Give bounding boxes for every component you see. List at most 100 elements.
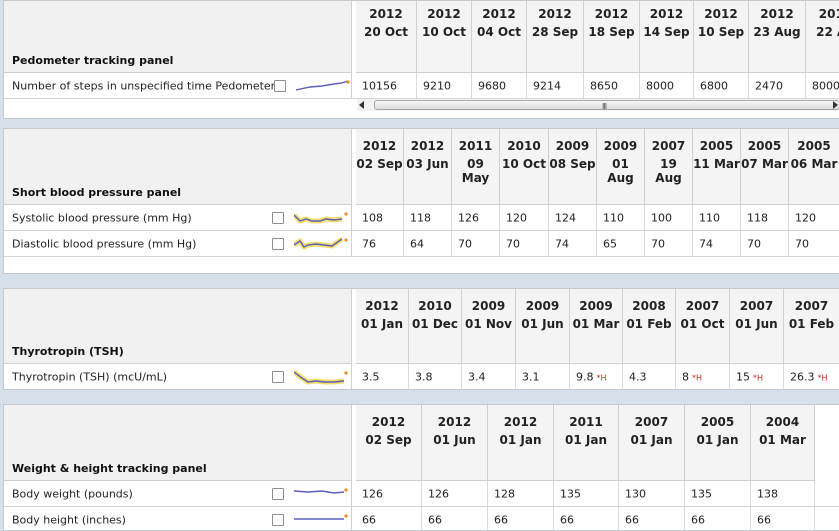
- date-column-header[interactable]: 2009 01 Jun: [516, 289, 570, 364]
- value-cell[interactable]: 70: [452, 231, 500, 256]
- date-column-header[interactable]: 2012 22 Au: [806, 1, 839, 73]
- date-column-header[interactable]: 2004 01 Mar: [751, 405, 815, 481]
- value-cell[interactable]: 3.5: [356, 364, 409, 389]
- value-cell[interactable]: 135: [554, 481, 619, 506]
- value-cell[interactable]: 100: [645, 205, 693, 230]
- date-column-header[interactable]: 2012 10 Oct: [417, 1, 472, 73]
- value-cell[interactable]: 70: [500, 231, 549, 256]
- date-column-header[interactable]: 2008 01 Feb: [623, 289, 676, 364]
- date-column-header[interactable]: 2005 06 Mar: [789, 129, 839, 205]
- value-cell[interactable]: 3.8: [409, 364, 462, 389]
- value-cell[interactable]: 6800: [694, 73, 749, 98]
- date-column-header[interactable]: 2005 01 Jan: [685, 405, 751, 481]
- row-select-checkbox[interactable]: [272, 237, 284, 250]
- value-cell[interactable]: 66: [422, 507, 488, 530]
- value-cell[interactable]: 66: [356, 507, 422, 530]
- value-cell[interactable]: 138: [751, 481, 815, 506]
- value-cell[interactable]: 10156: [356, 73, 417, 98]
- scrollbar-thumb[interactable]: III: [374, 100, 839, 111]
- value-cell[interactable]: 118: [741, 205, 789, 230]
- value-cell[interactable]: 66: [488, 507, 554, 530]
- value-cell[interactable]: 126: [422, 481, 488, 506]
- value-cell[interactable]: 8 *H: [676, 364, 730, 389]
- row-select-checkbox[interactable]: [272, 371, 284, 383]
- date-column-header[interactable]: 2009 08 Sep: [549, 129, 597, 205]
- date-column-header[interactable]: 2007 19 Aug: [645, 129, 693, 205]
- value-cell[interactable]: 135: [685, 481, 751, 506]
- date-column-header[interactable]: 2009 01 Nov: [462, 289, 516, 364]
- value-cell[interactable]: 8000: [806, 73, 839, 98]
- value-cell[interactable]: 8000: [640, 73, 694, 98]
- value-cell[interactable]: 70: [645, 231, 693, 256]
- date-column-header[interactable]: 2007 01 Oct: [676, 289, 730, 364]
- value-cell[interactable]: 9680: [472, 73, 527, 98]
- value-cell[interactable]: 9.8 *H: [570, 364, 623, 389]
- value-cell[interactable]: 64: [404, 231, 452, 256]
- date-column-header[interactable]: 2009 01 Mar: [570, 289, 623, 364]
- row-select-checkbox[interactable]: [274, 79, 286, 92]
- value-cell[interactable]: 70: [741, 231, 789, 256]
- date-column-header[interactable]: 2012 20 Oct: [356, 1, 417, 73]
- value-cell[interactable]: 9214: [527, 73, 584, 98]
- date-column-header[interactable]: 2012 03 Jun: [404, 129, 452, 205]
- triangle-right-icon[interactable]: [833, 101, 838, 109]
- date-column-header[interactable]: 2012 14 Sep: [640, 1, 694, 73]
- panel-header: Thyrotropin (TSH): [4, 289, 352, 364]
- value-cell[interactable]: 66: [685, 507, 751, 530]
- value-cell[interactable]: 3.4: [462, 364, 516, 389]
- value-cell[interactable]: 15 *H: [730, 364, 784, 389]
- date-column-header[interactable]: 2012 01 Jan: [488, 405, 554, 481]
- date-column-header[interactable]: 2012 23 Aug: [749, 1, 806, 73]
- date-column-header[interactable]: 2005 07 Mar: [741, 129, 789, 205]
- date-column-header[interactable]: 2011 01 Jan: [554, 405, 619, 481]
- value-cell[interactable]: 76: [356, 231, 404, 256]
- date-column-header[interactable]: 2012 18 Sep: [584, 1, 640, 73]
- date-column-header[interactable]: 2007 01 Jan: [619, 405, 685, 481]
- value-cell[interactable]: 130: [619, 481, 685, 506]
- row-select-checkbox[interactable]: [272, 513, 284, 526]
- value-cell[interactable]: 66: [751, 507, 815, 530]
- date-column-header[interactable]: 2012 02 Sep: [356, 405, 422, 481]
- value-cell[interactable]: 66: [619, 507, 685, 530]
- date-column-header[interactable]: 2010 10 Oct: [500, 129, 549, 205]
- date-column-header[interactable]: 2012 01 Jan: [356, 289, 409, 364]
- date-column-header[interactable]: 2005 11 Mar: [693, 129, 741, 205]
- date-column-header[interactable]: 2012 01 Jun: [422, 405, 488, 481]
- value-cell[interactable]: 128: [488, 481, 554, 506]
- row-select-checkbox[interactable]: [272, 211, 284, 224]
- date-column-header[interactable]: 2012 28 Sep: [527, 1, 584, 73]
- value-cell[interactable]: 74: [549, 231, 597, 256]
- value-cell[interactable]: 3.1: [516, 364, 570, 389]
- date-column-header[interactable]: 2010 01 Dec: [409, 289, 462, 364]
- value-cell[interactable]: 126: [356, 481, 422, 506]
- value-cell[interactable]: 2470: [749, 73, 806, 98]
- value-cell[interactable]: 66: [554, 507, 619, 530]
- value-cell[interactable]: 108: [356, 205, 404, 230]
- triangle-left-icon[interactable]: [359, 101, 364, 109]
- value-cell[interactable]: 110: [597, 205, 645, 230]
- date-column-header[interactable]: 2007 01 Feb: [784, 289, 839, 364]
- value-text: 120: [506, 211, 527, 224]
- value-cell[interactable]: 124: [549, 205, 597, 230]
- value-cell[interactable]: 8650: [584, 73, 640, 98]
- value-cell[interactable]: 126: [452, 205, 500, 230]
- value-cell[interactable]: 110: [693, 205, 741, 230]
- value-cell[interactable]: 26.3 *H: [784, 364, 839, 389]
- value-cell[interactable]: 120: [789, 205, 839, 230]
- value-text: 9214: [533, 79, 561, 92]
- date-column-header[interactable]: 2007 01 Jun: [730, 289, 784, 364]
- date-column-header[interactable]: 2011 09 May: [452, 129, 500, 205]
- value-cell[interactable]: 74: [693, 231, 741, 256]
- date-column-header[interactable]: 2009 01 Aug: [597, 129, 645, 205]
- value-cell[interactable]: 4.3: [623, 364, 676, 389]
- date-column-header[interactable]: 2012 04 Oct: [472, 1, 527, 73]
- date-column-header[interactable]: 2012 02 Sep: [356, 129, 404, 205]
- date-column-header[interactable]: 2012 10 Sep: [694, 1, 749, 73]
- value-cell[interactable]: 65: [597, 231, 645, 256]
- value-cell[interactable]: 9210: [417, 73, 472, 98]
- value-cell[interactable]: 120: [500, 205, 549, 230]
- row-select-checkbox[interactable]: [272, 487, 284, 500]
- value-cell[interactable]: 118: [404, 205, 452, 230]
- value-cell[interactable]: 70: [789, 231, 839, 256]
- horizontal-scrollbar[interactable]: III: [357, 98, 839, 111]
